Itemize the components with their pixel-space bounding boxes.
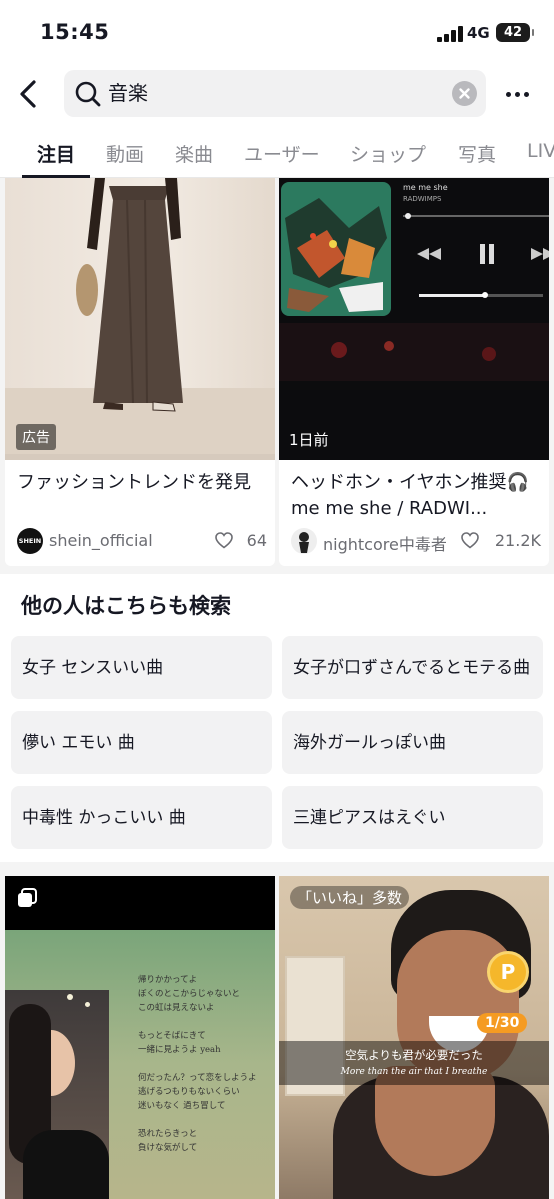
video-thumbnail <box>279 876 549 1199</box>
video-thumbnail: 広告 <box>5 178 275 460</box>
chevron-left-icon <box>20 80 36 108</box>
music-player-photo: me me she RADWIMPS <box>279 182 549 381</box>
related-searches-title: 他の人はこちらも検索 <box>21 594 231 618</box>
video-thumbnail: me me she RADWIMPS 1日前 <box>279 178 549 460</box>
lyric-line: 一緒に見ようよ yeah <box>138 1045 221 1055</box>
photo-carousel-icon <box>18 888 37 907</box>
video-card[interactable]: me me she RADWIMPS 1日前 ヘッドホン・イヤホン推奨🎧 me … <box>279 178 549 566</box>
tab-photos[interactable]: 写真 <box>458 140 496 167</box>
lyric-line: この虹は見えないよ <box>138 1003 215 1013</box>
related-search-item[interactable]: 中毒性 かっこいい 曲 <box>11 786 272 849</box>
search-query: 音楽 <box>108 81 148 105</box>
related-search-item[interactable]: 女子が口ずさんでるとモテる曲 <box>282 636 543 699</box>
photo-card[interactable]: 帰りかかってよ ぼくのとこからじゃないと この虹は見えないよ もっとそばにきて … <box>5 876 275 1199</box>
related-search-label: 中毒性 かっこいい 曲 <box>22 807 186 828</box>
tab-live[interactable]: LIVE <box>527 140 554 162</box>
related-search-label: 女子が口ずさんでるとモテる曲 <box>293 657 531 678</box>
like-count: 64 <box>246 531 267 550</box>
video-author[interactable]: nightcore中毒者 21.2K <box>291 528 541 554</box>
author-name: shein_official <box>49 531 153 550</box>
player-song: me me she <box>403 183 448 192</box>
network-label: 4G <box>467 24 490 42</box>
signal-icon <box>437 26 463 42</box>
lyric-line: 恐れたらきっと <box>138 1129 198 1139</box>
related-search-label: 三連ピアスはえぐい <box>293 807 446 828</box>
like-count: 21.2K <box>494 531 541 550</box>
search-input[interactable]: 音楽 <box>64 70 486 117</box>
fashion-photo <box>5 178 275 460</box>
status-bar: 15:45 4G 42 <box>0 0 554 62</box>
video-title: ファッショントレンドを発見 <box>17 472 251 493</box>
subtitle-jp: 空気よりも君が必要だった <box>345 1048 483 1062</box>
lyric-line: もっとそばにきて <box>138 1031 206 1041</box>
posted-time: 1日前 <box>289 431 329 449</box>
video-card-ad[interactable]: 広告 ファッショントレンドを発見 SHEIN shein_official 64 <box>5 178 275 566</box>
avatar <box>291 528 317 554</box>
author-name: nightcore中毒者 <box>323 535 447 554</box>
lyric-line: 帰りかかってよ <box>138 975 198 985</box>
related-search-label: 儚い エモい 曲 <box>22 732 135 753</box>
related-search-item[interactable]: 三連ピアスはえぐい <box>282 786 543 849</box>
related-search-item[interactable]: 儚い エモい 曲 <box>11 711 272 774</box>
lyric-line: 迷いもなく 過ち冒して <box>138 1101 226 1111</box>
tab-users[interactable]: ユーザー <box>244 140 320 167</box>
tab-videos[interactable]: 動画 <box>106 140 144 167</box>
lyric-line: 負けな気がして <box>138 1143 198 1153</box>
back-button[interactable] <box>14 77 46 111</box>
related-search-item[interactable]: 海外ガールっぽい曲 <box>282 711 543 774</box>
subtitle-en: More than the air that I breathe <box>340 1067 488 1077</box>
portrait-photo <box>5 990 109 1199</box>
battery-icon: 42 <box>496 23 534 42</box>
heart-icon <box>215 532 233 549</box>
search-tabs: 注目 動画 楽曲 ユーザー ショップ 写真 LIVE <box>0 128 554 178</box>
clear-icon <box>459 88 470 99</box>
video-card[interactable]: 「いいね」多数 P 1/30 空気よりも君が必要だった More than th… <box>279 876 549 1199</box>
lyric-line: 何だったん？って恋をしようよ <box>138 1073 257 1083</box>
video-author[interactable]: SHEIN shein_official 64 <box>17 528 267 554</box>
related-search-label: 女子 センスいい曲 <box>22 657 164 678</box>
lyric-line: ぼくのとこからじゃないと <box>138 989 241 999</box>
status-time: 15:45 <box>40 20 110 44</box>
video-title: ヘッドホン・イヤホン推奨🎧 me me she / RADWI... <box>291 472 529 519</box>
coin-icon[interactable]: P <box>487 951 529 993</box>
video-subtitle: 空気よりも君が必要だった More than the air that I br… <box>279 1041 549 1085</box>
coin-counter: 1/30 <box>477 1013 528 1033</box>
tab-sounds[interactable]: 楽曲 <box>175 140 213 167</box>
heart-icon <box>461 532 479 549</box>
ad-badge: 広告 <box>16 424 56 450</box>
search-icon <box>75 81 101 107</box>
tab-shop[interactable]: ショップ <box>350 140 426 167</box>
related-search-item[interactable]: 女子 センスいい曲 <box>11 636 272 699</box>
popular-label: 「いいね」多数 <box>290 886 410 909</box>
avatar: SHEIN <box>17 528 43 554</box>
lyric-line: 逃げるつもりもないくらい <box>138 1087 240 1097</box>
related-search-label: 海外ガールっぽい曲 <box>293 732 446 753</box>
tab-top[interactable]: 注目 <box>37 140 75 167</box>
player-artist: RADWIMPS <box>403 195 442 203</box>
more-options-button[interactable] <box>500 80 534 108</box>
lyrics-photo: 帰りかかってよ ぼくのとこからじゃないと この虹は見えないよ もっとそばにきて … <box>5 930 275 1199</box>
clear-search-button[interactable] <box>452 81 477 106</box>
